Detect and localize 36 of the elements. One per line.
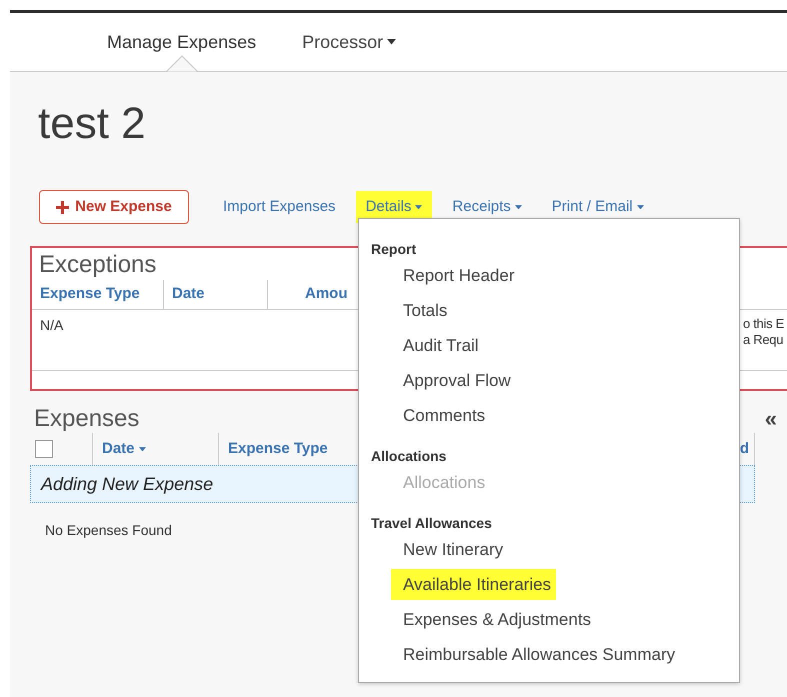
caret-icon — [138, 446, 146, 452]
plus-icon — [56, 200, 70, 214]
report-title: test 2 — [38, 98, 146, 150]
column-header[interactable]: Amou — [268, 280, 348, 309]
message-text: a Requ — [743, 332, 784, 348]
table-cell-text: N/A — [40, 316, 64, 335]
empty-message: No Expenses Found — [45, 521, 172, 540]
menu-section-heading: Report — [371, 240, 416, 258]
toolbar-link[interactable]: Receipts — [452, 191, 522, 223]
column-header[interactable]: Date — [102, 438, 146, 460]
toolbar-link[interactable]: Print / Email — [552, 191, 644, 223]
menu-item[interactable]: Totals — [403, 298, 448, 324]
menu-item[interactable]: Approval Flow — [403, 368, 511, 394]
section-title: Expenses — [34, 405, 140, 433]
column-header[interactable]: d — [740, 438, 749, 460]
menu-item[interactable]: Reimbursable Allowances Summary — [403, 642, 676, 668]
menu-item: Allocations — [403, 472, 486, 494]
menu-item[interactable]: Report Header — [403, 262, 515, 288]
column-header[interactable]: Expense Type — [228, 438, 328, 460]
menu-item[interactable]: Audit Trail — [403, 332, 479, 358]
menu-section-heading: Allocations — [371, 447, 446, 465]
section-title: Exceptions — [39, 250, 156, 280]
nav-tab[interactable]: Manage Expenses — [107, 28, 256, 56]
menu-item[interactable]: Available Itineraries — [391, 568, 556, 600]
select-all-checkbox[interactable] — [35, 440, 53, 458]
menu-section-heading: Travel Allowances — [371, 514, 492, 532]
toolbar-link[interactable]: Import Expenses — [223, 191, 336, 223]
menu-item[interactable]: Expenses & Adjustments — [403, 606, 592, 632]
collapse-button[interactable]: « — [764, 405, 777, 433]
column-header[interactable]: Expense Type — [32, 280, 164, 309]
column-header[interactable]: Date — [164, 280, 268, 309]
menu-item[interactable]: New Itinerary — [403, 536, 504, 562]
menu-item[interactable]: Comments — [403, 402, 486, 428]
new-expense-button[interactable]: New Expense — [39, 190, 189, 224]
nav-tab[interactable]: Processor — [302, 28, 396, 56]
message-text: o this E — [743, 316, 784, 332]
